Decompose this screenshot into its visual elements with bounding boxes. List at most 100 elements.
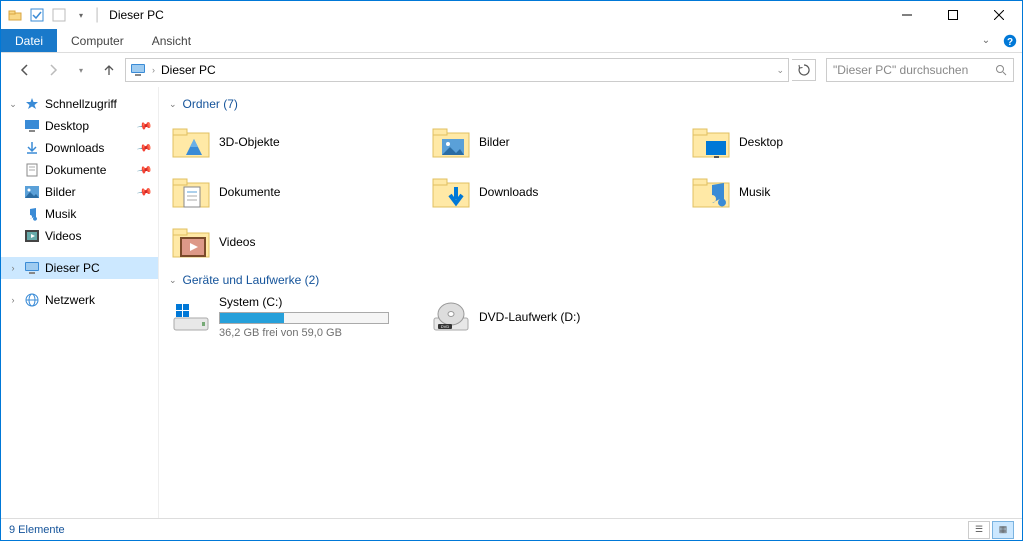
group-devices[interactable]: ⌄ Geräte und Laufwerke (2): [169, 273, 1012, 287]
sidebar-item-label: Videos: [45, 229, 81, 243]
search-input[interactable]: "Dieser PC" durchsuchen: [826, 58, 1014, 82]
item-label: Bilder: [479, 135, 510, 149]
titlebar: ▾ | Dieser PC: [1, 1, 1022, 29]
downloads-icon: [23, 139, 41, 157]
folder-videos[interactable]: Videos: [169, 217, 429, 267]
view-tiles-button[interactable]: ▦: [992, 521, 1014, 539]
folder-downloads[interactable]: Downloads: [429, 167, 689, 217]
pin-icon: 📌: [136, 118, 153, 134]
sidebar-item-label: Dieser PC: [45, 261, 100, 275]
nav-back-button[interactable]: [13, 58, 37, 82]
svg-text:?: ?: [1007, 37, 1013, 48]
qat-dropdown-icon[interactable]: ▾: [71, 5, 91, 25]
group-label: Geräte und Laufwerke: [183, 273, 302, 287]
sidebar-this-pc[interactable]: › Dieser PC: [1, 257, 158, 279]
qat-properties-icon[interactable]: [27, 5, 47, 25]
network-icon: [23, 291, 41, 309]
pc-icon: [130, 63, 146, 77]
folder-icon: [431, 172, 471, 212]
minimize-button[interactable]: [884, 1, 930, 29]
file-explorer-window: ▾ | Dieser PC Datei Computer Ansicht ⌄ ?…: [0, 0, 1023, 541]
nav-row: ▾ › Dieser PC ⌄ "Dieser PC" durchsuchen: [1, 53, 1022, 87]
sidebar-item-documents[interactable]: Dokumente 📌: [1, 159, 158, 181]
tab-computer[interactable]: Computer: [57, 29, 138, 52]
close-button[interactable]: [976, 1, 1022, 29]
drive-label: DVD-Laufwerk (D:): [479, 310, 580, 324]
tab-view[interactable]: Ansicht: [138, 29, 205, 52]
item-label: Videos: [219, 235, 255, 249]
chevron-right-icon[interactable]: ›: [7, 295, 19, 305]
sidebar-item-label: Downloads: [45, 141, 104, 155]
svg-text:DVD: DVD: [441, 324, 450, 329]
address-crumb[interactable]: Dieser PC: [161, 63, 216, 77]
item-label: Dokumente: [219, 185, 280, 199]
ribbon-expand-button[interactable]: ⌄: [974, 29, 998, 52]
sidebar-network[interactable]: › Netzwerk: [1, 289, 158, 311]
content-pane: ⌄ Ordner (7) 3D-Objekte Bilder Desktop: [159, 87, 1022, 518]
pc-icon: [23, 259, 41, 277]
refresh-button[interactable]: [792, 59, 816, 81]
chevron-right-icon: ›: [152, 65, 155, 75]
nav-recent-button[interactable]: ▾: [69, 58, 93, 82]
status-count: 9 Elemente: [9, 524, 65, 536]
folder-icon: [691, 122, 731, 162]
sidebar-item-downloads[interactable]: Downloads 📌: [1, 137, 158, 159]
drive-c[interactable]: System (C:) 36,2 GB frei von 59,0 GB: [169, 293, 429, 341]
folder-documents[interactable]: Dokumente: [169, 167, 429, 217]
item-label: Downloads: [479, 185, 538, 199]
pin-icon: 📌: [136, 184, 153, 200]
nav-up-button[interactable]: [97, 58, 121, 82]
tab-file[interactable]: Datei: [1, 29, 57, 52]
group-folders[interactable]: ⌄ Ordner (7): [169, 97, 1012, 111]
window-icon: [5, 5, 25, 25]
sidebar-item-music[interactable]: Musik: [1, 203, 158, 225]
group-label: Ordner: [183, 97, 220, 111]
sidebar-quick-access[interactable]: ⌄ Schnellzugriff: [1, 93, 158, 115]
folder-3d-objects[interactable]: 3D-Objekte: [169, 117, 429, 167]
pictures-icon: [23, 183, 41, 201]
pin-icon: 📌: [136, 162, 153, 178]
chevron-down-icon: ⌄: [169, 275, 177, 286]
drive-d[interactable]: DVD DVD-Laufwerk (D:): [429, 293, 689, 341]
chevron-down-icon: ⌄: [169, 99, 177, 110]
ribbon: Datei Computer Ansicht ⌄ ?: [1, 29, 1022, 53]
status-bar: 9 Elemente ☰ ▦: [1, 518, 1022, 540]
drive-label: System (C:): [219, 295, 389, 309]
search-icon: [995, 64, 1007, 76]
chevron-down-icon[interactable]: ⌄: [7, 99, 19, 110]
nav-forward-button[interactable]: [41, 58, 65, 82]
sidebar-item-label: Bilder: [45, 185, 76, 199]
item-label: Musik: [739, 185, 770, 199]
folder-pictures[interactable]: Bilder: [429, 117, 689, 167]
address-bar[interactable]: › Dieser PC ⌄: [125, 58, 789, 82]
documents-icon: [23, 161, 41, 179]
help-button[interactable]: ?: [998, 29, 1022, 52]
qat-newfolder-icon[interactable]: [49, 5, 69, 25]
sidebar-item-desktop[interactable]: Desktop 📌: [1, 115, 158, 137]
folder-icon: [691, 172, 731, 212]
sidebar-item-label: Musik: [45, 207, 76, 221]
star-icon: [23, 95, 41, 113]
sidebar-item-videos[interactable]: Videos: [1, 225, 158, 247]
search-placeholder: "Dieser PC" durchsuchen: [833, 63, 968, 77]
chevron-right-icon[interactable]: ›: [7, 263, 19, 273]
sidebar-item-pictures[interactable]: Bilder 📌: [1, 181, 158, 203]
drive-icon: [171, 297, 211, 337]
folder-music[interactable]: Musik: [689, 167, 949, 217]
folder-icon: [171, 222, 211, 262]
address-history-icon[interactable]: ⌄: [776, 65, 784, 76]
folder-icon: [431, 122, 471, 162]
drive-usage-bar: [219, 312, 389, 324]
group-count: (2): [305, 273, 320, 287]
sidebar-item-label: Schnellzugriff: [45, 97, 117, 111]
item-label: Desktop: [739, 135, 783, 149]
dvd-icon: DVD: [431, 297, 471, 337]
desktop-icon: [23, 117, 41, 135]
sidebar-item-label: Desktop: [45, 119, 89, 133]
pin-icon: 📌: [136, 140, 153, 156]
maximize-button[interactable]: [930, 1, 976, 29]
folder-icon: [171, 172, 211, 212]
drive-free-text: 36,2 GB frei von 59,0 GB: [219, 327, 389, 339]
view-details-button[interactable]: ☰: [968, 521, 990, 539]
folder-desktop[interactable]: Desktop: [689, 117, 949, 167]
